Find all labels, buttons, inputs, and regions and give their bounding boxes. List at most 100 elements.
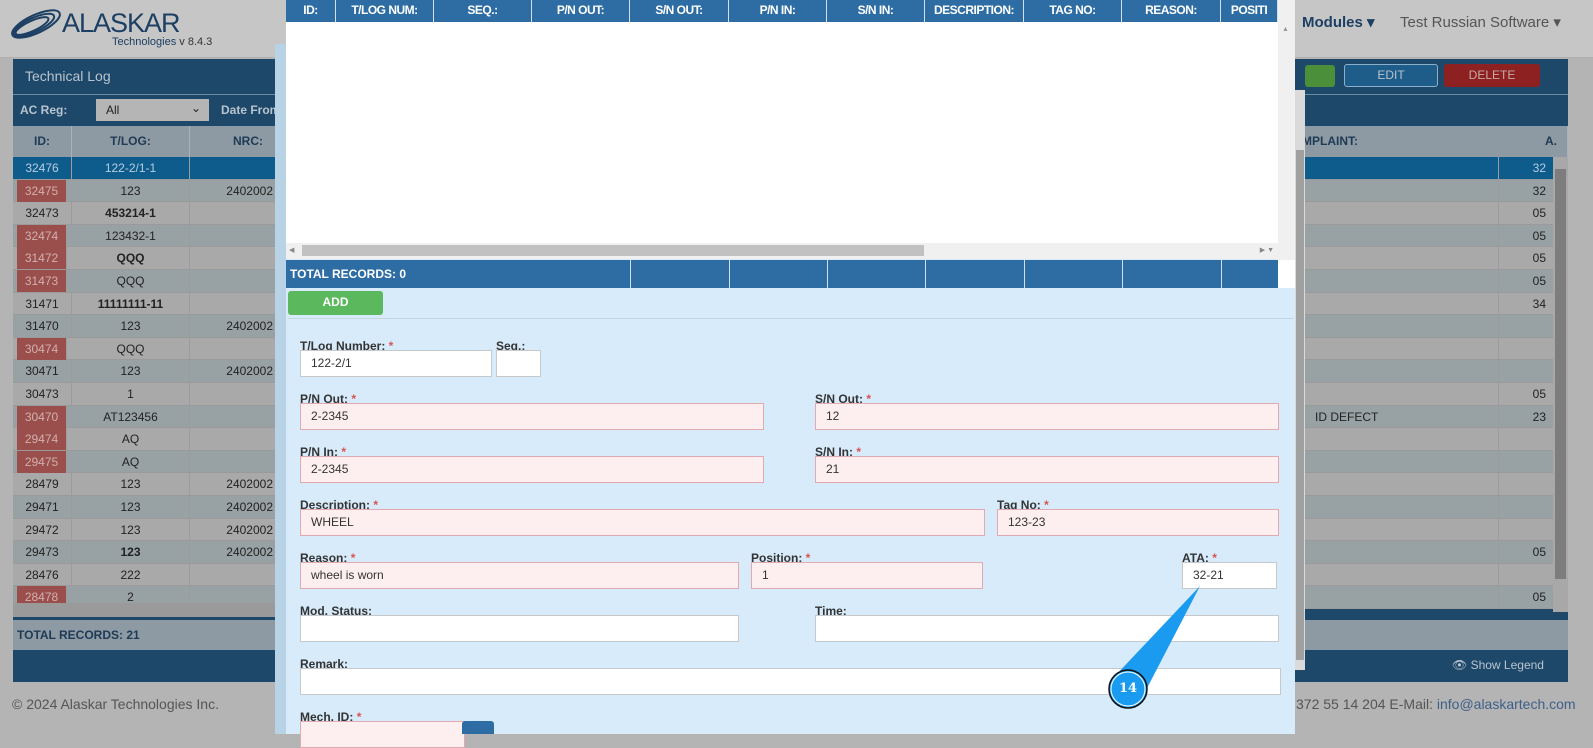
row-a: 05 bbox=[1498, 224, 1550, 247]
row-complaint bbox=[1303, 180, 1500, 202]
edit-button[interactable]: EDIT bbox=[1344, 64, 1438, 87]
ata-input[interactable]: 32-21 bbox=[1182, 562, 1277, 589]
divider bbox=[1221, 260, 1222, 288]
modal-col-header[interactable]: T/LOG NUM: bbox=[336, 0, 434, 22]
modal-grid-vertical-scrollbar[interactable]: ▲ bbox=[1278, 0, 1295, 260]
row-complaint bbox=[1303, 428, 1500, 450]
row-nrc: 2402002 bbox=[226, 364, 273, 379]
time-input[interactable] bbox=[815, 615, 1279, 642]
row-a: 05 bbox=[1498, 586, 1550, 609]
row-complaint: ID DEFECT bbox=[1315, 409, 1379, 424]
sn-in-input[interactable]: 21 bbox=[815, 456, 1279, 483]
row-complaint bbox=[1303, 270, 1500, 292]
row-nrc bbox=[190, 202, 275, 224]
modal-col-header[interactable]: TAG NO: bbox=[1024, 0, 1122, 22]
row-nrc bbox=[190, 406, 275, 428]
mech-id-input[interactable] bbox=[300, 721, 465, 748]
table-vertical-scrollbar[interactable] bbox=[1553, 157, 1568, 612]
show-legend-button[interactable]: 👁 Show Legend bbox=[1452, 658, 1544, 672]
row-id: 29471 bbox=[13, 496, 72, 518]
divider bbox=[1024, 260, 1025, 288]
chevron-down-icon: ⌄ bbox=[190, 101, 201, 115]
seq-input[interactable] bbox=[496, 350, 541, 377]
position-input[interactable]: 1 bbox=[751, 562, 983, 589]
nav-user-dropdown[interactable]: Test Russian Software ▾ bbox=[1400, 13, 1561, 31]
tag-no-input[interactable]: 123-23 bbox=[997, 509, 1279, 536]
row-nrc bbox=[190, 383, 275, 405]
row-nrc bbox=[190, 338, 275, 360]
modal-total-corner bbox=[1278, 260, 1295, 288]
row-tlog: 222 bbox=[72, 563, 190, 586]
row-id: 29474 bbox=[17, 428, 67, 451]
pn-out-input[interactable]: 2-2345 bbox=[300, 403, 764, 430]
pn-in-input[interactable]: 2-2345 bbox=[300, 456, 764, 483]
row-id: 31472 bbox=[17, 247, 67, 270]
sn-out-input[interactable]: 12 bbox=[815, 403, 1279, 430]
row-tlog: AQ bbox=[72, 428, 190, 451]
modal-total-bar: TOTAL RECORDS: 0 bbox=[286, 260, 1278, 288]
row-complaint bbox=[1303, 383, 1500, 405]
modal-grid-horizontal-scrollbar[interactable]: ◀ ▶ ▼ bbox=[286, 243, 1278, 259]
modal-col-header[interactable]: ID: bbox=[286, 0, 336, 22]
col-header-complaint[interactable]: MPLAINT: bbox=[1290, 126, 1500, 157]
row-a bbox=[1498, 563, 1550, 586]
ac-reg-select[interactable]: All ⌄ bbox=[96, 99, 209, 121]
nav-modules-dropdown[interactable]: Modules ▾ bbox=[1302, 13, 1375, 31]
row-complaint bbox=[1303, 541, 1500, 563]
alaskar-logo-icon bbox=[11, 9, 61, 39]
modal-col-header[interactable]: P/N OUT: bbox=[532, 0, 630, 22]
row-tlog: AT123456 bbox=[72, 405, 190, 428]
row-a bbox=[1498, 315, 1550, 338]
row-id: 30474 bbox=[17, 337, 67, 360]
modal-col-header[interactable]: S/N IN: bbox=[827, 0, 925, 22]
row-tlog: 123 bbox=[72, 315, 190, 338]
col-header-id[interactable]: ID: bbox=[13, 126, 72, 157]
tlog-input[interactable]: 122-2/1 bbox=[300, 350, 492, 377]
modal-col-header[interactable]: POSITI bbox=[1221, 0, 1278, 22]
logo-subtitle: Technologies v 8.4.3 bbox=[112, 36, 213, 48]
modal-vertical-scrollbar[interactable] bbox=[1295, 90, 1305, 670]
modal-total-records: TOTAL RECORDS: 0 bbox=[290, 267, 407, 281]
row-a bbox=[1498, 428, 1550, 451]
modal-col-header[interactable]: SEQ.: bbox=[434, 0, 532, 22]
row-id: 30473 bbox=[13, 383, 72, 405]
row-a bbox=[1498, 450, 1550, 473]
add-record-button[interactable] bbox=[1305, 65, 1335, 87]
row-a bbox=[1498, 337, 1550, 360]
row-nrc: 2402002 bbox=[226, 477, 273, 492]
col-header-a[interactable]: A. bbox=[1498, 126, 1568, 157]
row-nrc: 2402002 bbox=[226, 500, 273, 514]
row-nrc bbox=[190, 428, 275, 450]
row-nrc bbox=[190, 451, 275, 473]
row-nrc: 2402002 bbox=[226, 319, 273, 334]
row-complaint bbox=[1303, 451, 1500, 473]
row-complaint bbox=[1303, 496, 1500, 518]
email-link[interactable]: info@alaskartech.com bbox=[1437, 696, 1576, 712]
mod-status-input[interactable] bbox=[300, 615, 739, 642]
table-horizontal-scrollbar[interactable] bbox=[13, 603, 288, 617]
reason-input[interactable]: wheel is worn bbox=[300, 562, 739, 589]
row-id: 32476 bbox=[13, 157, 72, 179]
row-a: 34 bbox=[1498, 292, 1550, 315]
logo-text: ALASKAR bbox=[62, 8, 181, 38]
modal-grid-header: ID: T/LOG NUM: SEQ.: P/N OUT: S/N OUT: P/N IN… bbox=[286, 0, 1278, 22]
modal-col-header[interactable]: P/N IN: bbox=[729, 0, 827, 22]
col-header-tlog[interactable]: T/LOG: bbox=[72, 126, 190, 157]
row-tlog: QQQ bbox=[72, 270, 190, 292]
modal-col-header[interactable]: DESCRIPTION: bbox=[925, 0, 1024, 22]
delete-button[interactable]: DELETE bbox=[1444, 64, 1540, 87]
row-id: 31471 bbox=[13, 292, 72, 315]
row-nrc bbox=[190, 270, 275, 292]
mech-id-lookup-button[interactable] bbox=[462, 721, 494, 734]
modal-col-header[interactable]: S/N OUT: bbox=[630, 0, 729, 22]
add-button[interactable]: ADD bbox=[288, 291, 383, 315]
col-header-nrc[interactable]: NRC: bbox=[190, 126, 280, 157]
modal-col-header[interactable]: REASON: bbox=[1122, 0, 1221, 22]
row-a: 23 bbox=[1498, 405, 1550, 428]
divider bbox=[1122, 260, 1123, 288]
row-complaint bbox=[1303, 360, 1500, 382]
row-nrc: 2402002 bbox=[226, 183, 273, 198]
description-input[interactable]: WHEEL bbox=[300, 509, 985, 536]
eye-icon: 👁 bbox=[1452, 658, 1468, 672]
modal-grid-body bbox=[286, 22, 1278, 244]
